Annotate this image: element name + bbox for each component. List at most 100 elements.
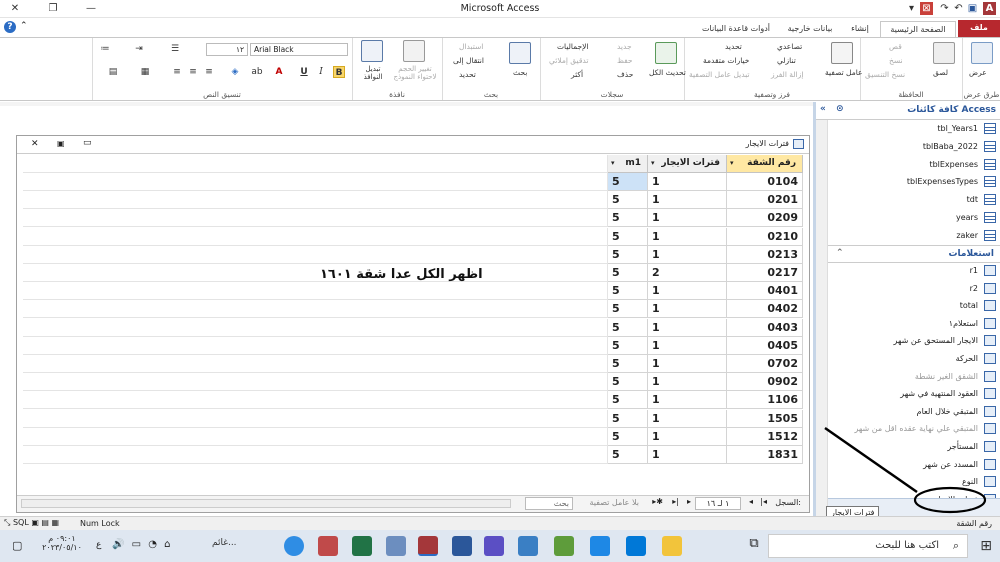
- table-cell[interactable]: 5: [608, 300, 648, 319]
- help-icon[interactable]: ?: [4, 21, 16, 33]
- table-cell[interactable]: 1: [648, 355, 727, 373]
- goto-button[interactable]: انتقال إلى: [453, 56, 484, 65]
- nav-pane-title[interactable]: كافة كائنات Access: [907, 105, 996, 115]
- align-right-icon[interactable]: ≡: [203, 66, 215, 78]
- datasheet-restore-icon[interactable]: ▣: [57, 139, 65, 148]
- gridlines-icon[interactable]: ▦: [139, 66, 151, 78]
- nav-table-item[interactable]: tdt: [828, 191, 1000, 209]
- switch-windows-button[interactable]: تبديل النوافذ: [357, 65, 389, 81]
- datasheet-close-icon[interactable]: ✕: [31, 139, 39, 149]
- table-cell[interactable]: 1505: [727, 409, 803, 428]
- word-icon[interactable]: [452, 536, 472, 556]
- table-cell[interactable]: 5: [608, 427, 648, 446]
- italic-button[interactable]: I: [315, 66, 327, 78]
- nav-query-item[interactable]: النوع: [828, 473, 1000, 491]
- select-button[interactable]: تحديد: [459, 70, 476, 79]
- table-cell[interactable]: 5: [608, 446, 648, 464]
- table-cell[interactable]: 1: [648, 227, 727, 246]
- table-cell[interactable]: 1512: [727, 427, 803, 446]
- totals-button[interactable]: الإجماليات: [557, 42, 589, 51]
- bold-button[interactable]: B: [333, 66, 345, 78]
- highlight-icon[interactable]: ab: [251, 66, 263, 78]
- table-cell[interactable]: 0213: [727, 245, 803, 264]
- nav-table-item[interactable]: tblBaba_2022: [828, 138, 1000, 156]
- pdf-icon[interactable]: ⊠: [920, 2, 933, 15]
- view-button[interactable]: عرض: [969, 68, 987, 77]
- restore-icon[interactable]: ❐: [46, 2, 60, 16]
- filter-button[interactable]: عامل تصفية: [825, 68, 863, 77]
- col-m1-header[interactable]: m1 ▾: [608, 155, 648, 173]
- table-cell[interactable]: 2: [648, 264, 727, 282]
- table-cell[interactable]: 0217: [727, 264, 803, 282]
- table-cell[interactable]: 1: [648, 209, 727, 228]
- table-cell[interactable]: 1831: [727, 446, 803, 464]
- search-box[interactable]: بحث: [525, 497, 573, 510]
- tab-database-tools[interactable]: أدوات قاعدة البيانات: [694, 21, 778, 38]
- find-button[interactable]: بحث: [513, 68, 527, 77]
- sort-descending-button[interactable]: تنازلي: [777, 56, 796, 65]
- table-cell[interactable]: 1: [648, 373, 727, 392]
- table-cell[interactable]: 1: [648, 427, 727, 446]
- table-cell[interactable]: 0902: [727, 373, 803, 392]
- nav-query-item[interactable]: العقود المنتهية في شهر: [828, 385, 1000, 403]
- underline-button[interactable]: U: [298, 66, 310, 78]
- table-cell[interactable]: 0210: [727, 227, 803, 246]
- edge-icon[interactable]: [284, 536, 304, 556]
- horizontal-scrollbar[interactable]: [21, 499, 511, 508]
- toggle-filter-button[interactable]: تبديل عامل التصفية: [689, 70, 750, 79]
- datasheet-minimize-icon[interactable]: ▭: [83, 138, 92, 148]
- app3-icon[interactable]: [484, 536, 504, 556]
- table-cell[interactable]: 0702: [727, 355, 803, 373]
- taskbar-search-box[interactable]: اكتب هنا للبحث ⌕: [768, 534, 968, 558]
- bullets-icon[interactable]: ☰: [169, 43, 181, 55]
- table-cell[interactable]: 5: [608, 245, 648, 264]
- filter-status[interactable]: بلا عامل تصفية: [589, 498, 639, 507]
- nav-query-item[interactable]: الشقق الغير نشطة: [828, 368, 1000, 386]
- spelling-button[interactable]: تدقيق إملائي: [549, 56, 588, 65]
- view-switcher-icons[interactable]: ⤡ SQL ▣ ▤ ▦: [4, 518, 59, 528]
- align-center-icon[interactable]: ≡: [187, 66, 199, 78]
- paste-button[interactable]: لصق: [933, 68, 948, 77]
- app2-icon[interactable]: [518, 536, 538, 556]
- font-size-select[interactable]: ١٢: [206, 43, 248, 56]
- table-cell[interactable]: 0403: [727, 318, 803, 337]
- close-icon[interactable]: ✕: [8, 2, 22, 16]
- app4-icon[interactable]: [386, 536, 406, 556]
- column-dropdown-icon[interactable]: ▾: [730, 155, 734, 172]
- format-painter-button[interactable]: نسخ التنسيق: [865, 70, 905, 79]
- record-position-field[interactable]: ١ لـ ١٦: [695, 497, 741, 510]
- access-taskbar-icon[interactable]: [418, 536, 438, 556]
- table-cell[interactable]: 5: [608, 336, 648, 355]
- table-cell[interactable]: 1: [648, 300, 727, 319]
- nav-query-item[interactable]: الايجار المستحق عن شهر: [828, 332, 1000, 350]
- notifications-icon[interactable]: ▢: [12, 539, 22, 552]
- table-cell[interactable]: 0405: [727, 336, 803, 355]
- selection-button[interactable]: تحديد: [725, 42, 742, 51]
- table-cell[interactable]: 5: [608, 318, 648, 337]
- refresh-all-button[interactable]: تحديث الكل: [649, 68, 686, 77]
- excel-icon[interactable]: [352, 536, 372, 556]
- quick-access-dropdown-icon[interactable]: ▾: [905, 2, 918, 15]
- nav-query-item[interactable]: المتبقي خلال العام: [828, 403, 1000, 421]
- more-button[interactable]: أكثر: [571, 70, 583, 79]
- col-apartment-number-header[interactable]: رقم الشقة ▾: [727, 155, 803, 173]
- access2-icon[interactable]: [318, 536, 338, 556]
- nav-table-item[interactable]: years: [828, 209, 1000, 227]
- delete-record-button[interactable]: حذف: [617, 70, 633, 79]
- table-cell[interactable]: 1106: [727, 391, 803, 410]
- store-icon[interactable]: [590, 536, 610, 556]
- table-cell[interactable]: 1: [648, 282, 727, 301]
- nav-query-item[interactable]: الحركة: [828, 350, 1000, 368]
- table-cell[interactable]: 1: [648, 245, 727, 264]
- language-indicator[interactable]: ع: [96, 540, 101, 550]
- start-icon[interactable]: ⊞: [980, 538, 992, 554]
- table-cell[interactable]: 1: [648, 391, 727, 410]
- table-cell[interactable]: 0104: [727, 173, 803, 191]
- nav-table-item[interactable]: tblExpenses: [828, 156, 1000, 174]
- collapse-ribbon-icon[interactable]: ⌃: [20, 21, 28, 31]
- size-to-fit-icon[interactable]: [403, 40, 425, 62]
- nav-query-item[interactable]: استعلام١: [828, 315, 1000, 333]
- table-cell[interactable]: 5: [608, 173, 648, 191]
- column-dropdown-icon[interactable]: ▾: [611, 155, 615, 172]
- replace-button[interactable]: استبدال: [459, 42, 483, 51]
